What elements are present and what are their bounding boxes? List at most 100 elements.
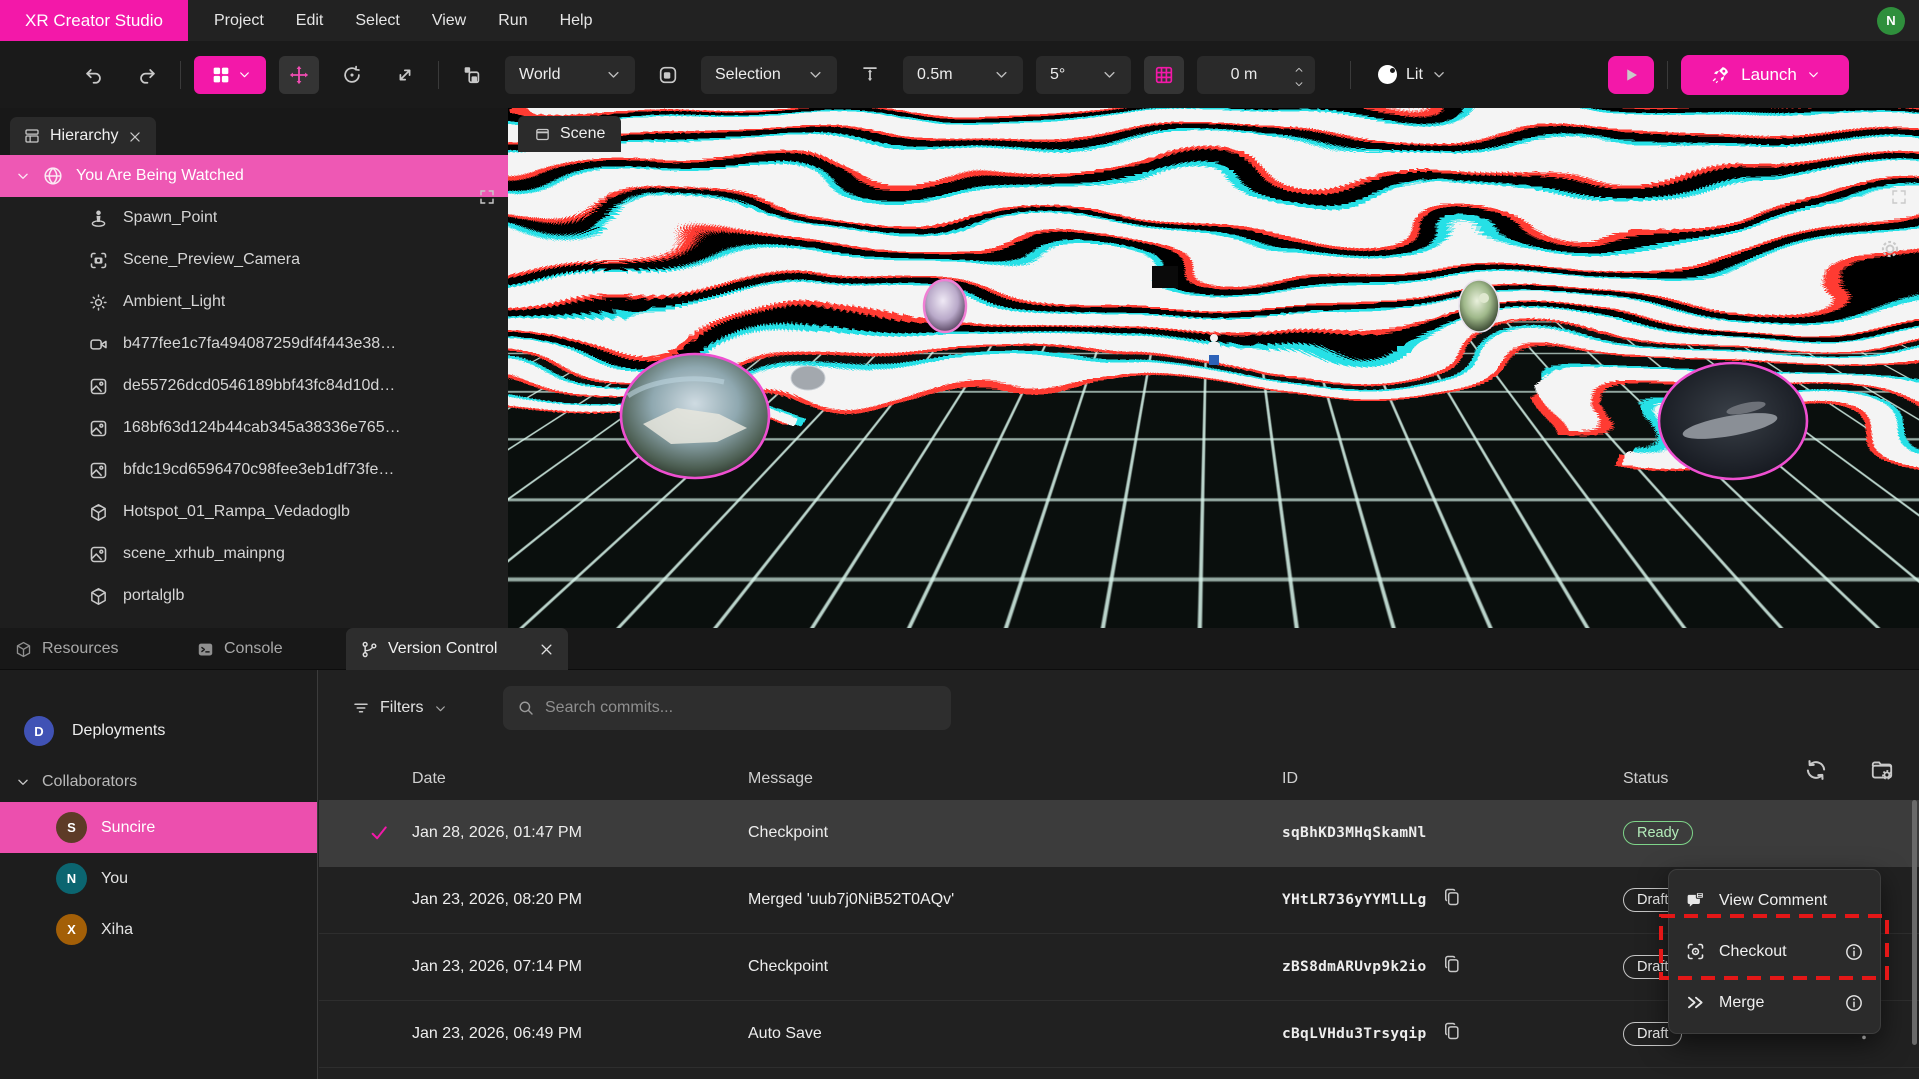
commit-id: cBqLVHdu3Trsyqip [1282, 1026, 1426, 1042]
hierarchy-tab-close-button[interactable] [127, 128, 143, 144]
bottom-body: D Deployments Collaborators S Suncire [0, 670, 1919, 1079]
collaborator-name: You [101, 870, 128, 888]
stepper-buttons [1291, 62, 1315, 88]
chevron-down-icon[interactable] [16, 169, 30, 183]
launch-label: Launch [1741, 65, 1797, 85]
info-button[interactable] [1844, 993, 1864, 1013]
sidebar-item-deployments[interactable]: D Deployments [0, 708, 317, 754]
info-button[interactable] [1844, 942, 1864, 962]
grid-icon [1153, 64, 1175, 86]
info-icon [1844, 942, 1864, 962]
hierarchy-panel: Hierarchy You Are Being Watched Spawn_Po… [0, 108, 508, 628]
move-tool-button[interactable] [279, 56, 319, 94]
menu-item[interactable]: Select [339, 0, 415, 41]
toolbar: World Selection 0.5m 5° 0 m Lit [0, 41, 1919, 108]
stepper-down-button[interactable] [1291, 76, 1307, 88]
scene-settings-button[interactable] [1877, 174, 1903, 200]
filters-button[interactable]: Filters [352, 699, 447, 717]
commit-row[interactable]: Jan 28, 2026, 01:47 PM Checkpoint sqBhKD… [319, 800, 1919, 867]
pivot-mode-button[interactable] [648, 56, 688, 94]
move-snap-dropdown[interactable]: 0.5m [903, 56, 1023, 94]
row-menu-button[interactable] [1853, 822, 1875, 844]
context-menu-item[interactable]: View Comment [1669, 875, 1880, 926]
menu-item[interactable]: Project [198, 0, 280, 41]
context-menu-item[interactable]: Checkout [1669, 926, 1880, 977]
redo-button[interactable] [127, 56, 167, 94]
tab-hierarchy[interactable]: Hierarchy [10, 117, 156, 155]
hierarchy-item[interactable]: Ambient_Light [0, 281, 508, 323]
context-menu-item[interactable]: Merge [1669, 977, 1880, 1028]
tab-scene[interactable]: Scene [518, 116, 621, 152]
undo-button[interactable] [74, 56, 114, 94]
bottom-panel-expand-button[interactable] [1889, 640, 1907, 658]
vertical-snap-icon [859, 64, 881, 86]
instance-icon [461, 64, 483, 86]
globe-icon [42, 165, 64, 187]
pivot-dropdown[interactable]: Selection [701, 56, 837, 94]
rotate-snap-dropdown[interactable]: 5° [1036, 56, 1131, 94]
stepper-up-button[interactable] [1291, 62, 1307, 74]
copy-id-button[interactable] [1442, 956, 1462, 978]
launch-button[interactable]: Launch [1681, 55, 1849, 95]
column-status: Status [1623, 770, 1769, 788]
world-space-dropdown[interactable]: World [505, 56, 635, 94]
play-button[interactable] [1608, 56, 1654, 94]
menu-item[interactable]: Run [482, 0, 543, 41]
menu-item[interactable]: Edit [280, 0, 340, 41]
tab-console[interactable]: Console [196, 628, 283, 670]
hierarchy-item[interactable]: Spawn_Point [0, 197, 508, 239]
hierarchy-item[interactable]: scene_xrhub_mainpng [0, 533, 508, 575]
collaborator-item[interactable]: S Suncire [0, 802, 317, 853]
hierarchy-item[interactable]: de55726dcd0546189bbf43fc84d10d… [0, 365, 508, 407]
grid-height-stepper[interactable]: 0 m [1197, 56, 1315, 94]
deployments-label: Deployments [72, 722, 165, 740]
hierarchy-item[interactable]: b477fee1c7fa494087259df4f443e38… [0, 323, 508, 365]
shading-mode-dropdown[interactable]: Lit [1364, 56, 1460, 94]
move-icon [288, 64, 310, 86]
hierarchy-expand-button[interactable] [478, 122, 496, 140]
rotate-tool-button[interactable] [332, 56, 372, 94]
version-control-tab-close-button[interactable] [538, 641, 554, 657]
scene-viewport[interactable]: Scene [508, 108, 1919, 628]
shading-mode-value: Lit [1406, 66, 1423, 84]
table-scrollbar[interactable] [1912, 800, 1917, 1045]
toolbar-divider [1667, 61, 1668, 89]
refresh-button[interactable] [1803, 695, 1829, 721]
collaborator-item[interactable]: N You [0, 853, 317, 904]
tab-version-control[interactable]: Version Control [346, 628, 568, 670]
repo-settings-button[interactable] [1869, 695, 1895, 721]
user-avatar[interactable]: N [1877, 7, 1905, 35]
hierarchy-item[interactable]: bfdc19cd6596470c98fee3eb1df73fe… [0, 449, 508, 491]
copy-id-button[interactable] [1442, 1023, 1462, 1045]
menu-item[interactable]: View [416, 0, 482, 41]
scene-expand-button[interactable] [1890, 122, 1908, 140]
collaborator-item[interactable]: X Xiha [0, 904, 317, 955]
hierarchy-item-label: bfdc19cd6596470c98fee3eb1df73fe… [123, 461, 394, 479]
hierarchy-item[interactable]: 168bf63d124b44cab345a38336e765… [0, 407, 508, 449]
copy-id-button[interactable] [1442, 822, 1462, 844]
view-comment-button[interactable] [1769, 821, 1794, 845]
tab-resources[interactable]: Resources [14, 628, 118, 670]
copy-id-button[interactable] [1442, 889, 1462, 911]
hierarchy-item[interactable]: portalglb [0, 575, 508, 617]
hierarchy-item[interactable]: Scene_Preview_Camera [0, 239, 508, 281]
scale-tool-button[interactable] [385, 56, 425, 94]
commit-message: Checkpoint [748, 824, 1282, 842]
expand-icon [478, 122, 496, 272]
version-control-icon[interactable] [1833, 8, 1859, 34]
search-commits-input[interactable] [545, 699, 937, 717]
grid-snap-button[interactable] [1144, 56, 1184, 94]
menu-item[interactable]: Help [544, 0, 609, 41]
snap-axis-button[interactable] [850, 56, 890, 94]
world-space-value: World [519, 66, 561, 84]
info-button[interactable] [1844, 891, 1864, 911]
context-menu-item-label: View Comment [1719, 892, 1827, 910]
rotate-snap-value: 5° [1050, 66, 1065, 84]
hierarchy-root-item[interactable]: You Are Being Watched [0, 155, 508, 197]
transform-space-button[interactable] [452, 56, 492, 94]
chevron-down-icon [1432, 67, 1446, 82]
app-title[interactable]: XR Creator Studio [0, 0, 188, 41]
hierarchy-item[interactable]: Hotspot_01_Rampa_Vedadoglb [0, 491, 508, 533]
view-layout-button[interactable] [194, 56, 266, 94]
collaborators-section-header[interactable]: Collaborators [0, 762, 317, 802]
